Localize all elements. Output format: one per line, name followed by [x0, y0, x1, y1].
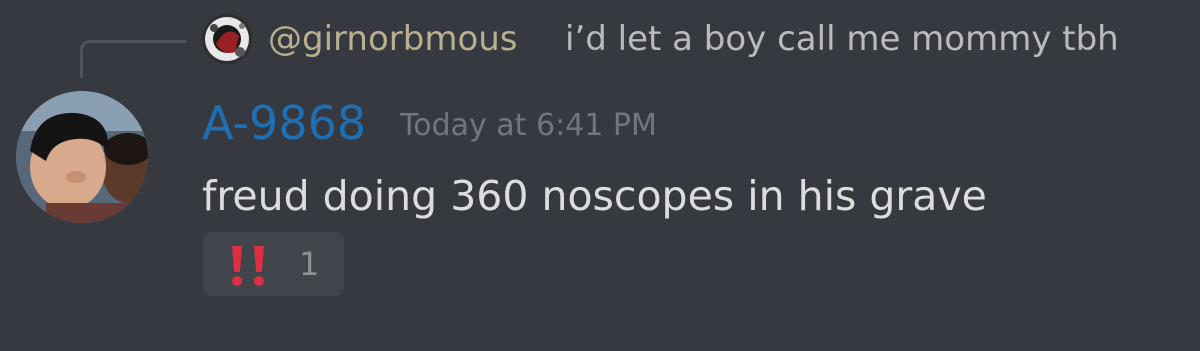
message-timestamp: Today at 6:41 PM: [400, 108, 657, 143]
author-avatar[interactable]: [16, 91, 148, 223]
reaction-count: 1: [299, 245, 320, 283]
reply-connector: [80, 40, 186, 78]
message-content: freud doing 360 noscopes in his grave: [202, 172, 987, 220]
author-avatar-image: [16, 91, 148, 223]
reply-avatar[interactable]: [202, 14, 252, 64]
double-exclamation-icon: [232, 246, 264, 286]
reply-preview-text[interactable]: i’d let a boy call me mommy tbh: [565, 14, 1119, 64]
reply-avatar-image: [202, 14, 252, 64]
chat-message: @girnorbmous i’d let a boy call me mommy…: [0, 0, 1200, 351]
reply-author-name[interactable]: @girnorbmous: [268, 14, 518, 64]
author-name[interactable]: A-9868: [202, 95, 366, 151]
reaction-button[interactable]: 1: [203, 232, 344, 296]
